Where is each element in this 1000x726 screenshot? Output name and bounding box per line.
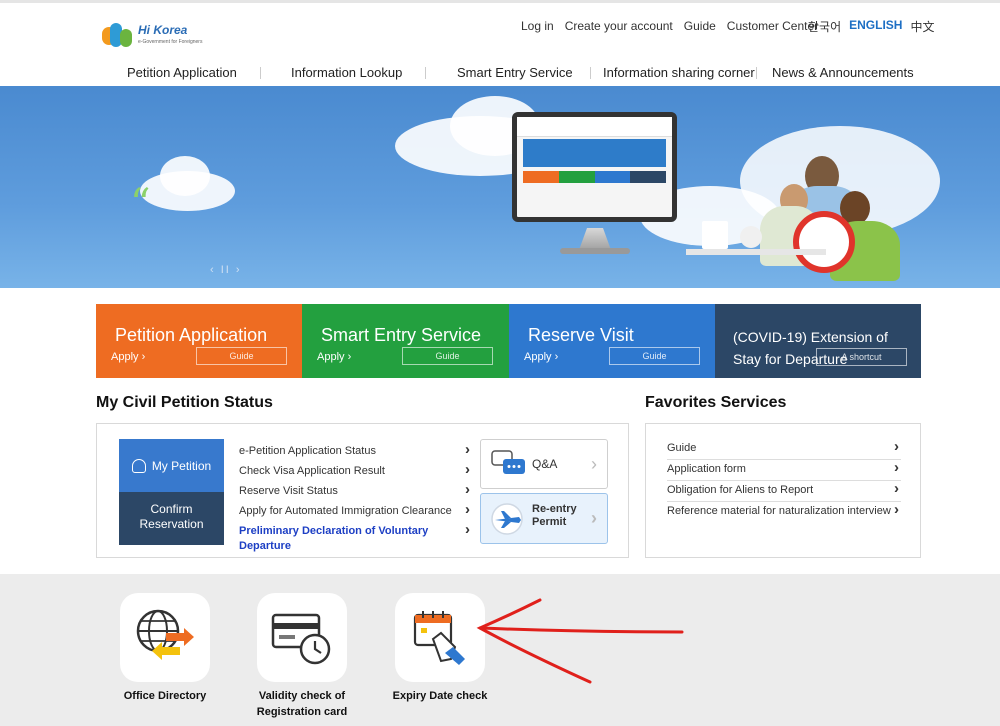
reentry-label: Re-entry Permit [532,503,577,528]
utility-nav: Log in Create your account Guide Custome… [521,19,829,33]
globe-arrows-icon [136,609,194,660]
guide-button[interactable]: Guide [609,347,700,365]
favorites-title: Favorites Services [645,394,787,411]
tile-title: Smart Entry Service [321,325,482,345]
card-clock-icon [271,613,331,665]
logo-text: Hi Korea e-Government for Foreigners [138,23,203,45]
tile-title: Petition Application [115,325,268,345]
monitor-stand [579,228,611,250]
link-voluntary-departure[interactable]: Preliminary Declaration of Voluntary Dep… [239,522,474,552]
qa-button[interactable]: Q&A › [480,439,608,489]
tile-petition-application[interactable]: Petition Application Apply › Guide [96,304,302,378]
favorites-panel: Guide Application form Obligation for Al… [645,423,921,558]
confirm-reservation-tab[interactable]: Confirm Reservation [119,492,224,545]
petition-status-title: My Civil Petition Status [96,394,273,411]
nav-divider [590,67,591,79]
expiry-date-check-label: Expiry Date check [392,690,488,702]
link-automated-clearance[interactable]: Apply for Automated Immigration Clearanc… [239,502,474,524]
lang-english[interactable]: ENGLISH [849,18,902,35]
nav-divider [260,67,261,79]
validity-check-card[interactable] [257,593,347,682]
airplane-globe-icon [491,503,523,535]
nav-divider [425,67,426,79]
nav-petition-application[interactable]: Petition Application [127,65,237,80]
my-petition-label: My Petition [151,458,212,473]
apply-link[interactable]: Apply › [524,351,558,363]
apply-link[interactable]: Apply › [317,351,351,363]
logo-mark [100,21,136,51]
main-nav: Petition Application Information Lookup … [0,65,1000,81]
quick-icon-section: Office Directory Validity check of Regis… [0,574,1000,726]
petition-links: e-Petition Application Status Check Visa… [239,442,474,552]
alarm-clock-illustration [793,211,855,273]
user-icon [131,458,146,473]
tile-reserve-visit[interactable]: Reserve Visit Apply › Guide [509,304,715,378]
link-reserve-visit-status[interactable]: Reserve Visit Status [239,482,474,504]
guide-button[interactable]: Guide [196,347,287,365]
validity-check-label: Validity check of Registration card [256,690,348,718]
lang-korean[interactable]: 한국어 [808,18,841,35]
tile-title: Reserve Visit [528,325,634,345]
hero-banner[interactable]: “ ‹ II › [0,86,1000,288]
nav-divider [756,67,757,79]
nav-news[interactable]: News & Announcements [772,65,914,80]
nav-information-sharing[interactable]: Information sharing corner [603,65,755,80]
chevron-right-icon: › [591,508,597,528]
banner-controls[interactable]: ‹ II › [210,264,242,276]
link-visa-result[interactable]: Check Visa Application Result [239,462,474,484]
tile-smart-entry[interactable]: Smart Entry Service Apply › Guide [302,304,509,378]
favorite-naturalization-material[interactable]: Reference material for naturalization in… [667,500,901,523]
calendar-hand-icon [413,611,465,665]
qa-label: Q&A [532,457,558,471]
reentry-permit-button[interactable]: Re-entry Permit › [480,493,608,544]
nav-information-lookup[interactable]: Information Lookup [291,65,402,80]
shelf [686,249,826,255]
nav-smart-entry[interactable]: Smart Entry Service [457,65,573,80]
plant-pot [702,221,728,249]
customer-center-link[interactable]: Customer Center [727,19,818,33]
guide-button[interactable]: Guide [402,347,493,365]
tile-covid-extension[interactable]: (COVID-19) Extension of Stay for Departu… [715,304,921,378]
office-directory-label: Office Directory [123,690,207,702]
favorite-obligation-report[interactable]: Obligation for Aliens to Report [667,479,901,502]
site-header: Hi Korea e-Government for Foreigners Log… [0,0,1000,86]
cloud-shape [160,156,210,196]
apply-link[interactable]: Apply › [111,351,145,363]
guide-link[interactable]: Guide [684,19,716,33]
login-link[interactable]: Log in [521,19,554,33]
chevron-right-icon: › [591,454,597,474]
monitor-illustration [512,112,677,222]
office-directory-card[interactable] [120,593,210,682]
shortcut-button[interactable]: A shortcut [816,348,907,366]
quote-icon: “ [130,181,151,227]
petition-status-panel: My Petition Confirm Reservation e-Petiti… [96,423,629,558]
chat-bubble-icon [491,450,525,474]
expiry-date-check-card[interactable] [395,593,485,682]
toy-illustration [740,226,762,248]
favorite-application-form[interactable]: Application form [667,458,901,481]
hikorea-logo[interactable]: Hi Korea e-Government for Foreigners [100,21,202,51]
link-e-petition-status[interactable]: e-Petition Application Status [239,442,474,464]
create-account-link[interactable]: Create your account [565,19,673,33]
favorite-guide[interactable]: Guide [667,437,901,460]
my-petition-tab[interactable]: My Petition [119,439,224,492]
quick-service-tiles: Petition Application Apply › Guide Smart… [96,304,921,378]
lang-chinese[interactable]: 中文 [910,18,934,35]
language-switcher: 한국어 ENGLISH 中文 [808,18,942,35]
monitor-base [560,248,630,254]
